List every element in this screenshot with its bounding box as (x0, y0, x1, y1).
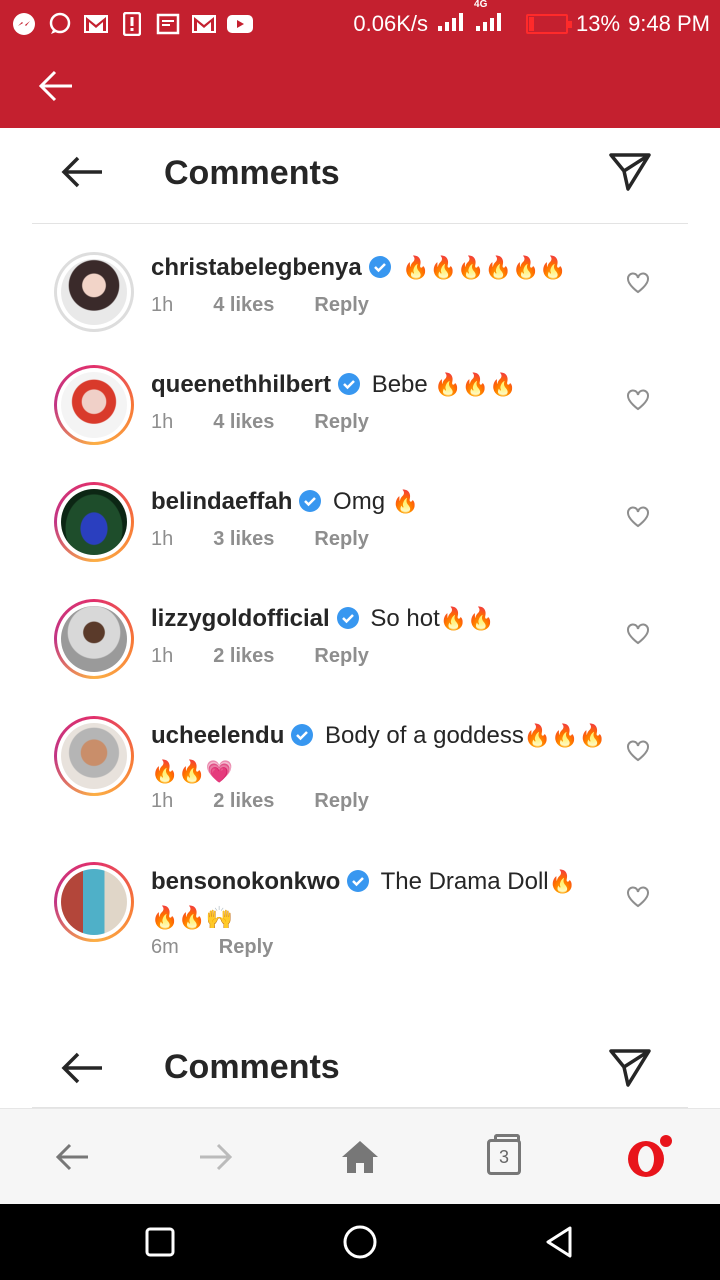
avatar[interactable] (54, 252, 134, 332)
heart-icon[interactable] (626, 740, 650, 767)
comment-meta: 1h 2 likes Reply (151, 790, 369, 813)
back-arrow-icon[interactable] (60, 1050, 104, 1091)
comment-likes[interactable]: 4 likes (213, 411, 274, 434)
clock: 9:48 PM (628, 11, 710, 36)
gmail-icon (190, 12, 218, 36)
home-icon[interactable] (336, 1133, 384, 1181)
cast-icon (154, 12, 182, 36)
verified-badge-icon (298, 489, 322, 522)
comments-header-secondary: Comments (32, 1020, 688, 1108)
browser-bottom-bar: 3 (0, 1108, 720, 1204)
gmail-icon (82, 12, 110, 36)
recents-icon[interactable] (142, 1224, 178, 1260)
network-speed: 0.06K/s (353, 11, 429, 36)
comment-username[interactable]: bensonokonkwo (151, 868, 340, 895)
tabs-icon[interactable]: 3 (480, 1133, 528, 1181)
reply-button[interactable]: Reply (219, 936, 273, 959)
verified-badge-icon (337, 372, 361, 405)
comment-likes[interactable]: 2 likes (213, 645, 274, 668)
comment-time: 6m (151, 936, 179, 958)
comment-username[interactable]: christabelegbenya (151, 254, 362, 281)
browser-back-icon[interactable] (48, 1133, 96, 1181)
avatar[interactable] (54, 716, 134, 796)
chat-bubble-icon (46, 12, 74, 36)
signal-4g-icon: 4G (474, 0, 504, 39)
youtube-icon (226, 12, 254, 36)
verified-badge-icon (336, 606, 360, 639)
notification-icons (10, 12, 254, 36)
comment-meta: 6m Reply (151, 936, 273, 959)
comment-meta: 1h 2 likes Reply (151, 645, 369, 668)
reply-button[interactable]: Reply (314, 790, 368, 813)
comments-header: Comments (32, 128, 688, 224)
reply-button[interactable]: Reply (314, 294, 368, 317)
comment-likes[interactable]: 4 likes (213, 294, 274, 317)
heart-icon[interactable] (626, 389, 650, 416)
comment-meta: 1h 3 likes Reply (151, 528, 369, 551)
comment-meta: 1h 4 likes Reply (151, 294, 369, 317)
fire-emoji: 🔥🔥🔥 (434, 372, 517, 397)
tabs-count: 3 (487, 1134, 521, 1175)
page-title: Comments (164, 154, 340, 192)
battery-percent: 13% (576, 11, 621, 36)
alert-icon (118, 12, 146, 36)
comment-meta: 1h 4 likes Reply (151, 411, 369, 434)
send-icon[interactable] (608, 152, 652, 197)
comment-body: Body of a goddess (325, 722, 524, 749)
fire-emoji: 🔥🔥🔥🔥🔥🔥 (402, 255, 567, 280)
opera-menu-icon[interactable] (624, 1133, 672, 1181)
network-type: 4G (474, 0, 488, 10)
status-bar: 0.06K/s 4G 13% 9:48 PM (0, 0, 720, 48)
heart-icon[interactable] (626, 623, 650, 650)
comment-time: 1h (151, 790, 174, 812)
comment-text: lizzygoldofficial So hot🔥🔥 (151, 603, 601, 639)
comment-text: belindaeffah Omg 🔥 (151, 486, 601, 522)
back-arrow-icon[interactable] (60, 154, 104, 195)
verified-badge-icon (290, 723, 314, 756)
heart-icon[interactable] (626, 506, 650, 533)
comment-username[interactable]: lizzygoldofficial (151, 605, 330, 632)
comment-body: The Drama Doll (380, 868, 549, 895)
fire-emoji: 🔥🔥 (439, 606, 495, 631)
comment-text: ucheelendu Body of a goddess🔥🔥🔥🔥🔥💗 (151, 720, 611, 788)
arrow-left-icon[interactable] (38, 69, 74, 108)
comment-username[interactable]: belindaeffah (151, 488, 292, 515)
comment-time: 1h (151, 645, 174, 667)
reply-button[interactable]: Reply (314, 411, 368, 434)
avatar[interactable] (54, 862, 134, 942)
page-title: Comments (164, 1048, 340, 1086)
heart-icon[interactable] (626, 272, 650, 299)
comment-time: 1h (151, 294, 174, 316)
comment-time: 1h (151, 528, 174, 550)
battery-icon (526, 14, 573, 34)
avatar[interactable] (54, 599, 134, 679)
comment-username[interactable]: ucheelendu (151, 722, 284, 749)
verified-badge-icon (346, 869, 370, 902)
android-navigation-bar (0, 1204, 720, 1280)
comment-text: queenethhilbert Bebe 🔥🔥🔥 (151, 369, 601, 405)
comment-body: Bebe (371, 371, 428, 398)
fire-emoji: 🔥 (391, 489, 420, 514)
signal-icon (436, 9, 466, 39)
verified-badge-icon (368, 255, 392, 288)
browser-forward-icon[interactable] (192, 1133, 240, 1181)
comment-likes[interactable]: 2 likes (213, 790, 274, 813)
home-circle-icon[interactable] (342, 1224, 378, 1260)
comment-body: Omg (333, 488, 386, 515)
comment-likes[interactable]: 3 likes (213, 528, 274, 551)
send-icon[interactable] (608, 1048, 652, 1093)
back-triangle-icon[interactable] (542, 1224, 578, 1260)
avatar[interactable] (54, 365, 134, 445)
comment-text: bensonokonkwo The Drama Doll🔥🔥🔥🙌 (151, 866, 601, 934)
comment-username[interactable]: queenethhilbert (151, 371, 331, 398)
heart-icon[interactable] (626, 886, 650, 913)
reply-button[interactable]: Reply (314, 528, 368, 551)
comment-time: 1h (151, 411, 174, 433)
browser-header (0, 48, 720, 128)
comment-text: christabelegbenya 🔥🔥🔥🔥🔥🔥 (151, 252, 601, 288)
comment-body: So hot (370, 605, 440, 632)
avatar[interactable] (54, 482, 134, 562)
messenger-icon (10, 12, 38, 36)
reply-button[interactable]: Reply (314, 645, 368, 668)
